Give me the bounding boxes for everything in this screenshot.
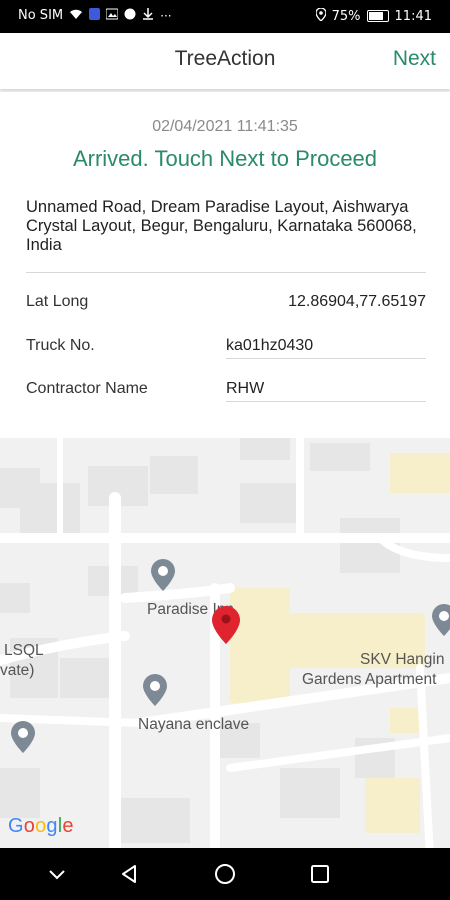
image-notification-icon — [105, 8, 119, 23]
home-icon[interactable] — [212, 861, 238, 887]
place-label-lsql-line1[interactable]: LSQL — [4, 642, 44, 660]
app-bar: TreeAction Next — [0, 33, 450, 89]
place-label-skv-line1[interactable]: SKV Hangin — [360, 651, 444, 669]
timestamp: 02/04/2021 11:41:35 — [152, 118, 298, 135]
wifi-icon — [69, 8, 83, 23]
arrival-details-panel: 02/04/2021 11:41:35 Arrived. Touch Next … — [0, 92, 450, 438]
recents-icon[interactable] — [307, 861, 333, 887]
place-label-lsql-line2[interactable]: vate) — [0, 662, 34, 680]
place-label-nayana-enclave[interactable]: Nayana enclave — [138, 716, 249, 734]
lat-long-value: 12.86904,77.65197 — [288, 293, 426, 310]
google-attribution-logo: Google — [8, 815, 74, 837]
lat-long-label: Lat Long — [26, 293, 89, 310]
contractor-name-field[interactable]: RHW — [226, 380, 426, 402]
place-label-skv-line2[interactable]: Gardens Apartment — [302, 671, 436, 689]
truck-no-label: Truck No. — [26, 337, 95, 354]
location-icon — [314, 7, 327, 24]
address-text: Unnamed Road, Dream Paradise Layout, Ais… — [26, 198, 417, 254]
contractor-name-label: Contractor Name — [26, 380, 148, 397]
arrival-status-message: Arrived. Touch Next to Proceed — [72, 146, 378, 171]
app-title: TreeAction — [174, 47, 276, 70]
truck-no-field[interactable]: ka01hz0430 — [226, 337, 426, 359]
battery-percent: 75% — [331, 8, 361, 24]
download-icon — [142, 8, 154, 23]
app-notification-icon — [89, 8, 101, 23]
system-nav-bar — [0, 848, 450, 900]
divider — [26, 272, 426, 273]
clock: 11:41 — [394, 8, 432, 24]
next-button[interactable]: Next — [393, 47, 436, 71]
map-view[interactable]: Paradise Inn SKV Hangin Gardens Apartmen… — [0, 438, 450, 848]
whatsapp-icon — [124, 8, 136, 23]
back-icon[interactable] — [117, 861, 143, 887]
more-notifications-icon: ··· — [160, 8, 172, 23]
carrier-label: No SIM — [18, 8, 64, 23]
keyboard-hide-icon[interactable] — [44, 861, 70, 887]
status-bar: No SIM ··· 75% 11:41 — [0, 0, 450, 33]
battery-icon — [366, 10, 389, 22]
